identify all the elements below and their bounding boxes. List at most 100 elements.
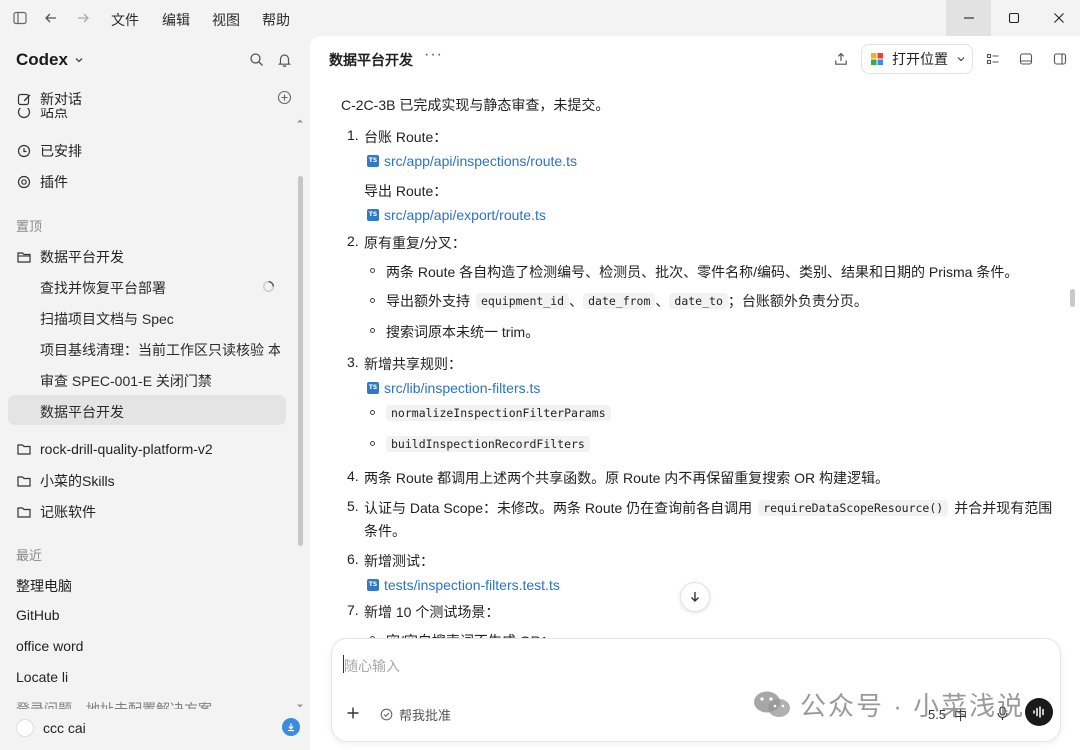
globe-icon xyxy=(16,108,32,120)
bullet-text-part: 、 xyxy=(569,293,584,309)
forward-arrow-icon[interactable] xyxy=(69,4,97,32)
project-item[interactable]: rock-drill-quality-platform-v2 xyxy=(16,441,213,457)
list-number: 5. xyxy=(347,498,359,514)
side-panel-icon[interactable] xyxy=(1050,49,1070,69)
file-link[interactable]: TS src/lib/inspection-filters.ts xyxy=(367,376,540,396)
menu-view[interactable]: 视图 xyxy=(212,10,240,30)
list-number: 1. xyxy=(347,127,359,143)
approve-mode-button[interactable]: 帮我批准 xyxy=(380,705,451,724)
sidebar-toggle-icon[interactable] xyxy=(6,4,34,32)
thread-header: 数据平台开发 ··· 打开位置 xyxy=(310,36,1080,82)
thread-item[interactable]: 扫描项目文档与 Spec xyxy=(40,309,174,329)
project-data-platform[interactable]: 数据平台开发 xyxy=(16,247,124,267)
project-label: rock-drill-quality-platform-v2 xyxy=(40,441,213,457)
bullet xyxy=(370,268,375,273)
project-label: 小菜的Skills xyxy=(40,473,115,489)
thread-item-active[interactable]: 数据平台开发 xyxy=(40,402,124,422)
content-scrollbar[interactable] xyxy=(1070,289,1075,307)
bullet xyxy=(370,298,375,303)
search-icon[interactable] xyxy=(249,52,264,70)
minimize-button[interactable] xyxy=(946,0,991,36)
bullet-text-part: 导出额外支持 xyxy=(386,293,470,309)
terminal-panel-icon[interactable] xyxy=(1016,49,1036,69)
recent-item[interactable]: GitHub xyxy=(16,607,60,623)
menu-edit[interactable]: 编辑 xyxy=(162,10,190,30)
pinned-heading: 置顶 xyxy=(16,219,43,234)
wechat-logo-icon xyxy=(752,689,792,721)
list-number: 7. xyxy=(347,602,359,618)
recent-item[interactable]: Locate li xyxy=(16,669,68,685)
download-update-icon[interactable] xyxy=(282,718,300,736)
file-link-text: tests/inspection-filters.test.ts xyxy=(384,577,560,593)
recent-heading: 最近 xyxy=(16,548,43,563)
file-link[interactable]: TS src/app/api/inspections/route.ts xyxy=(367,149,577,169)
chevron-down-icon[interactable] xyxy=(296,697,304,713)
main-panel: 数据平台开发 ··· 打开位置 C-2C-3B 已完成实现与静态审查，未提交。 … xyxy=(310,36,1080,750)
chevron-up-icon[interactable] xyxy=(296,112,304,128)
file-link[interactable]: TS src/app/api/export/route.ts xyxy=(367,203,546,223)
menu-file[interactable]: 文件 xyxy=(111,10,139,30)
bullet-text: buildInspectionRecordFilters xyxy=(386,435,590,452)
list-item-text: 条件。 xyxy=(364,523,406,539)
attach-button[interactable] xyxy=(346,706,360,720)
bullet-text: 搜索词原本未统一 trim。 xyxy=(386,324,540,340)
recent-item-clip: 登录问题…地址未配置解决方案 xyxy=(0,699,296,709)
composer-input[interactable]: 随心输入 xyxy=(344,656,400,676)
list-item-text: 认证与 Data Scope：未修改。两条 Route 仍在查询前各自调用 re… xyxy=(364,498,1052,518)
sidebar: Codex 新对话 站点 已安排 插件 置顶 数据平台开发 查找并恢复平台部署 … xyxy=(0,36,308,750)
project-item[interactable]: 小菜的Skills xyxy=(16,471,115,491)
sidebar-item-label: 插件 xyxy=(40,174,68,190)
bullet-text-part: ；台账额外负责分页。 xyxy=(727,293,868,309)
share-upload-icon[interactable] xyxy=(831,49,851,69)
list-item-label: 新增共享规则： xyxy=(364,356,462,372)
list-item-text: 两条 Route 都调用上述两个共享函数。原 Route 内不再保留重复搜索 O… xyxy=(364,470,890,486)
bullet xyxy=(370,410,375,415)
open-location-button[interactable]: 打开位置 xyxy=(861,44,973,74)
close-button[interactable] xyxy=(1036,0,1080,36)
loading-spinner-icon xyxy=(262,280,275,296)
list-view-icon[interactable] xyxy=(983,49,1003,69)
maximize-button[interactable] xyxy=(991,0,1036,36)
voice-mode-button[interactable] xyxy=(1025,698,1053,726)
bell-icon[interactable] xyxy=(277,52,292,70)
watermark-text: 公众号 · 小菜浅说 xyxy=(800,691,1026,721)
inline-code: date_to xyxy=(669,293,728,309)
inline-code: requireDataScopeResource() xyxy=(758,500,949,516)
chevron-down-icon xyxy=(956,54,966,64)
thread-item[interactable]: 审查 SPEC-001-E 关闭门禁 xyxy=(40,371,212,391)
user-profile[interactable]: ccc cai xyxy=(16,719,86,737)
chevron-down-icon xyxy=(74,52,84,68)
typescript-file-icon: TS xyxy=(367,579,379,591)
more-options-icon[interactable]: ··· xyxy=(424,46,443,64)
back-arrow-icon[interactable] xyxy=(37,4,65,32)
recent-item[interactable]: office word xyxy=(16,638,83,654)
recent-item[interactable]: 整理电脑 xyxy=(16,576,72,596)
add-circle-icon[interactable] xyxy=(277,90,292,108)
file-link-text: src/lib/inspection-filters.ts xyxy=(384,380,541,396)
thread-item[interactable]: 查找并恢复平台部署 xyxy=(40,278,166,298)
sidebar-scrollbar[interactable] xyxy=(298,176,303,546)
menu-help[interactable]: 帮助 xyxy=(262,10,290,30)
bullet xyxy=(370,328,375,333)
sidebar-item-sites[interactable]: 站点 xyxy=(16,108,68,122)
user-name: ccc cai xyxy=(43,720,86,736)
app-switcher[interactable]: Codex xyxy=(16,50,84,70)
avatar xyxy=(16,719,34,737)
file-link-text: src/app/api/export/route.ts xyxy=(384,207,546,223)
project-item[interactable]: 记账软件 xyxy=(16,502,96,522)
new-chat-button[interactable]: 新对话 xyxy=(16,89,82,109)
inline-code: buildInspectionRecordFilters xyxy=(386,436,590,452)
inline-code: equipment_id xyxy=(476,293,570,309)
typescript-file-icon: TS xyxy=(367,209,379,221)
bullet-text: 导出额外支持 equipment_id 、 date_from 、 date_t… xyxy=(386,291,868,311)
thread-item[interactable]: 项目基线清理：当前工作区只读核验 本 xyxy=(40,340,280,360)
scroll-to-bottom-button[interactable] xyxy=(680,582,710,612)
sidebar-item-scheduled[interactable]: 已安排 xyxy=(16,141,82,161)
sidebar-item-plugins[interactable]: 插件 xyxy=(16,172,68,192)
recent-item[interactable]: 登录问题…地址未配置解决方案 xyxy=(16,699,212,709)
typescript-file-icon: TS xyxy=(367,155,379,167)
folder-open-icon xyxy=(16,249,32,265)
list-item-label: 新增测试： xyxy=(364,553,434,569)
at-sign-icon xyxy=(16,174,32,190)
file-link[interactable]: TS tests/inspection-filters.test.ts xyxy=(367,573,560,593)
